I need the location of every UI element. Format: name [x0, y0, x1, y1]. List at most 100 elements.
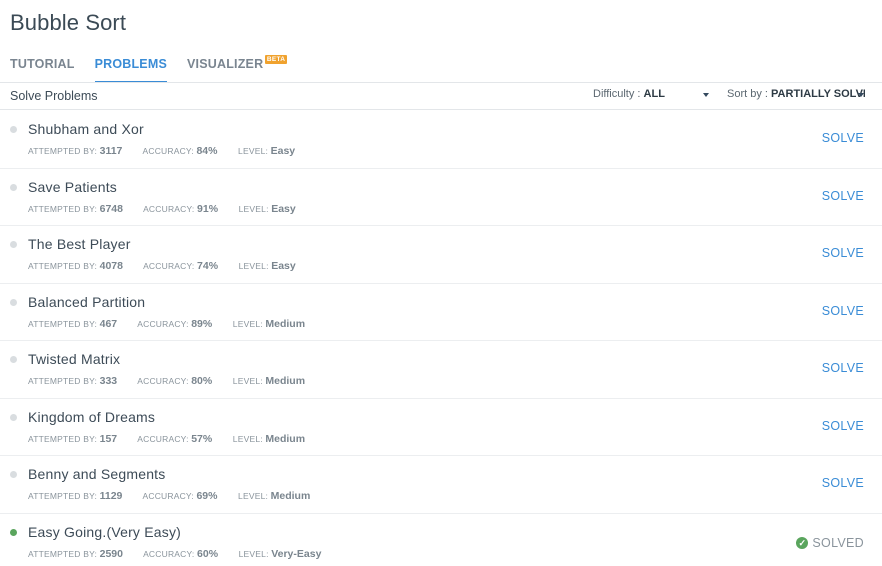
accuracy-label: ACCURACY: [143, 261, 198, 271]
tab-bar: TUTORIAL PROBLEMS VISUALIZER BETA [10, 55, 288, 83]
accuracy-value: 69% [196, 490, 218, 502]
accuracy-label: ACCURACY: [137, 376, 192, 386]
sort-filter[interactable]: Sort by : PARTIALLY SOLVED [727, 88, 865, 100]
tab-tutorial[interactable]: TUTORIAL [10, 57, 75, 83]
problem-title[interactable]: Balanced Partition [28, 294, 145, 310]
caret-down-icon[interactable] [703, 93, 709, 97]
check-circle-icon: ✓ [796, 536, 809, 549]
problem-row: The Best Player ATTEMPTED BY: 4078 ACCUR… [0, 226, 882, 284]
level-label: LEVEL: [238, 203, 272, 214]
accuracy-value: 60% [197, 547, 219, 560]
level-label: LEVEL: [238, 548, 272, 559]
attempted-count: 3117 [99, 145, 123, 157]
problem-list: Shubham and Xor ATTEMPTED BY: 3117 ACCUR… [0, 111, 882, 566]
tab-problems[interactable]: PROBLEMS [94, 57, 167, 83]
solve-button[interactable]: SOLVE [822, 131, 864, 145]
solved-status: ✓ SOLVED [796, 536, 864, 550]
status-dot-icon [10, 241, 17, 248]
level-value: Easy [271, 260, 296, 272]
status-dot-icon [10, 528, 17, 536]
solved-text: SOLVED [812, 535, 864, 550]
accuracy-value: 74% [197, 260, 219, 272]
level-label: LEVEL: [238, 491, 271, 501]
problem-row: Balanced Partition ATTEMPTED BY: 467 ACC… [0, 284, 882, 341]
level-value: Easy [271, 202, 296, 215]
solve-button[interactable]: SOLVE [822, 361, 864, 375]
accuracy-label: ACCURACY: [143, 203, 198, 214]
solve-problems-heading: Solve Problems [10, 89, 98, 103]
level-value: Medium [265, 432, 306, 445]
problem-title[interactable]: Shubham and Xor [28, 121, 144, 137]
level-label: LEVEL: [232, 376, 266, 386]
level-label: LEVEL: [238, 146, 271, 156]
tab-visualizer-label: VISUALIZER [187, 57, 264, 71]
solve-button[interactable]: SOLVE [822, 419, 864, 433]
problem-meta: ATTEMPTED BY: 6748 ACCURACY: 91% LEVEL: … [28, 203, 314, 215]
problem-meta: ATTEMPTED BY: 3117 ACCURACY: 84% LEVEL: … [28, 145, 313, 157]
attempted-label: ATTEMPTED BY: [28, 318, 100, 329]
attempted-count: 333 [99, 375, 118, 387]
attempted-label: ATTEMPTED BY: [28, 261, 100, 271]
accuracy-label: ACCURACY: [142, 491, 197, 501]
attempted-label: ATTEMPTED BY: [28, 146, 100, 156]
solve-button[interactable]: SOLVE [822, 189, 864, 203]
problem-title[interactable]: Benny and Segments [28, 466, 165, 482]
accuracy-label: ACCURACY: [143, 548, 198, 559]
attempted-label: ATTEMPTED BY: [28, 376, 100, 386]
problem-meta: ATTEMPTED BY: 467 ACCURACY: 89% LEVEL: M… [28, 318, 323, 330]
difficulty-filter[interactable]: Difficulty : ALL [593, 88, 665, 100]
status-dot-icon [10, 356, 17, 363]
solve-button[interactable]: SOLVE [822, 476, 864, 490]
level-value: Medium [270, 490, 311, 502]
problem-title[interactable]: Twisted Matrix [28, 351, 120, 367]
level-value: Easy [270, 145, 296, 157]
difficulty-label: Difficulty : [593, 88, 644, 100]
tab-visualizer[interactable]: VISUALIZER BETA [187, 55, 288, 83]
problem-row: Kingdom of Dreams ATTEMPTED BY: 157 ACCU… [0, 399, 882, 456]
status-dot-icon [10, 298, 17, 306]
attempted-label: ATTEMPTED BY: [28, 491, 100, 501]
attempted-label: ATTEMPTED BY: [28, 203, 100, 214]
accuracy-value: 89% [191, 317, 213, 330]
problem-title[interactable]: Save Patients [28, 179, 117, 195]
accuracy-value: 91% [197, 202, 219, 215]
problem-meta: ATTEMPTED BY: 1129 ACCURACY: 69% LEVEL: … [28, 490, 328, 502]
solve-button[interactable]: SOLVE [822, 246, 864, 260]
attempted-label: ATTEMPTED BY: [28, 433, 100, 444]
problem-row: Save Patients ATTEMPTED BY: 6748 ACCURAC… [0, 169, 882, 226]
level-label: LEVEL: [238, 261, 272, 271]
problem-title[interactable]: Kingdom of Dreams [28, 409, 155, 425]
accuracy-label: ACCURACY: [142, 146, 197, 156]
attempted-count: 1129 [99, 490, 123, 502]
level-value: Medium [265, 375, 306, 387]
attempted-count: 6748 [99, 202, 123, 215]
page-title: Bubble Sort [10, 10, 127, 35]
level-label: LEVEL: [232, 318, 266, 329]
problem-meta: ATTEMPTED BY: 2590 ACCURACY: 60% LEVEL: … [28, 548, 339, 560]
status-dot-icon [10, 126, 17, 133]
accuracy-value: 84% [196, 145, 218, 157]
status-dot-icon [10, 413, 17, 421]
difficulty-value: ALL [643, 88, 665, 100]
problem-row: Easy Going.(Very Easy) ATTEMPTED BY: 259… [0, 514, 882, 566]
accuracy-label: ACCURACY: [137, 433, 192, 444]
accuracy-value: 57% [191, 432, 213, 445]
attempted-count: 157 [99, 432, 118, 445]
accuracy-label: ACCURACY: [137, 318, 192, 329]
problem-title[interactable]: Easy Going.(Very Easy) [28, 524, 181, 540]
attempted-label: ATTEMPTED BY: [28, 548, 100, 559]
level-label: LEVEL: [232, 433, 266, 444]
problem-meta: ATTEMPTED BY: 4078 ACCURACY: 74% LEVEL: … [28, 260, 314, 272]
sort-label: Sort by : [727, 88, 772, 100]
level-value: Very-Easy [271, 547, 322, 560]
attempted-count: 467 [99, 317, 118, 330]
attempted-count: 4078 [99, 260, 123, 272]
caret-down-icon[interactable] [858, 93, 864, 97]
problem-title[interactable]: The Best Player [28, 236, 131, 252]
status-dot-icon [10, 471, 17, 478]
status-dot-icon [10, 183, 17, 191]
problems-toolbar: Solve Problems Difficulty : ALL Sort by … [0, 83, 882, 110]
attempted-count: 2590 [99, 547, 123, 560]
level-value: Medium [265, 317, 306, 330]
solve-button[interactable]: SOLVE [822, 304, 864, 318]
